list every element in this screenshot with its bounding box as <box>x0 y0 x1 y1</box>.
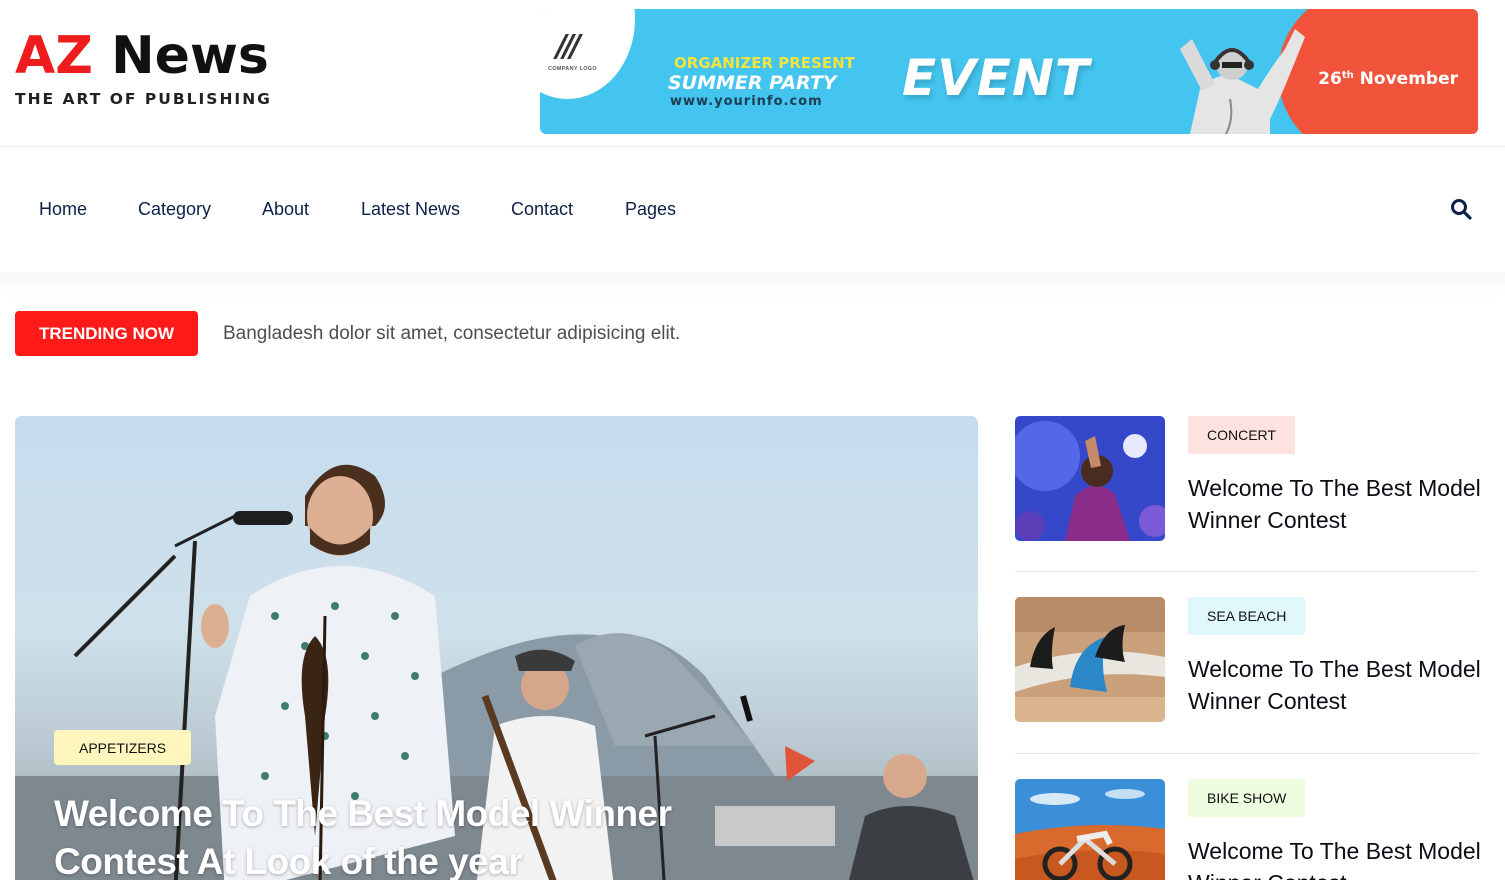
logo-tagline: THE ART OF PUBLISHING <box>15 90 272 108</box>
hero-title[interactable]: Welcome To The Best Model Winner Contest… <box>54 790 754 880</box>
banner-date: 26th November <box>1318 69 1458 89</box>
nav-contact[interactable]: Contact <box>511 199 573 220</box>
logo-wordmark: AZ News <box>15 28 272 84</box>
banner-url: www.yourinfo.com <box>670 94 823 109</box>
company-logo-icon: /// <box>556 29 581 64</box>
side-post-thumbnail[interactable] <box>1015 416 1165 541</box>
nav-pages[interactable]: Pages <box>625 199 676 220</box>
banner-organizer: ORGANIZER PRESENT <box>674 54 855 72</box>
main-navigation: Home Category About Latest News Contact … <box>0 148 1505 272</box>
hero-featured-post[interactable]: APPETIZERS Welcome To The Best Model Win… <box>15 416 978 880</box>
banner-date-suffix: th <box>1341 70 1354 81</box>
side-post-title[interactable]: Welcome To The Best Model Winner Contest <box>1188 653 1488 717</box>
concert-photo-image <box>1015 416 1165 541</box>
trending-headline[interactable]: Bangladesh dolor sit amet, consectetur a… <box>223 323 680 345</box>
banner-event: EVENT <box>902 49 1090 107</box>
side-post-category[interactable]: BIKE SHOW <box>1188 779 1306 817</box>
side-post-title[interactable]: Welcome To The Best Model Winner Contest <box>1188 835 1488 880</box>
dirt-bike-photo-image <box>1015 779 1165 880</box>
search-icon[interactable] <box>1450 198 1472 220</box>
side-post-thumbnail[interactable] <box>1015 779 1165 880</box>
side-post-category[interactable]: SEA BEACH <box>1188 597 1306 635</box>
side-post-divider <box>1015 571 1478 572</box>
logo-az: AZ <box>15 26 93 86</box>
trending-now-button[interactable]: TRENDING NOW <box>15 311 198 356</box>
nav-category[interactable]: Category <box>138 199 211 220</box>
side-post-divider <box>1015 753 1478 754</box>
site-header: AZ News THE ART OF PUBLISHING /// COMPAN… <box>0 0 1505 147</box>
site-logo[interactable]: AZ News THE ART OF PUBLISHING <box>15 28 272 108</box>
banner-party: SUMMER PARTY <box>668 72 837 94</box>
hero-category-tag[interactable]: APPETIZERS <box>54 730 192 765</box>
side-post-category[interactable]: CONCERT <box>1188 416 1295 454</box>
nav-home[interactable]: Home <box>39 199 87 220</box>
banner-date-month: November <box>1359 69 1458 89</box>
nav-about[interactable]: About <box>262 199 309 220</box>
event-banner-ad[interactable]: /// COMPANY LOGO ORGANIZER PRESENT SUMME… <box>540 9 1478 134</box>
side-post-1: CONCERT Welcome To The Best Model Winner… <box>1015 416 1481 541</box>
surfboard-photo-image <box>1015 597 1165 722</box>
side-post-3: BIKE SHOW Welcome To The Best Model Winn… <box>1015 779 1481 880</box>
dj-person-image <box>1180 29 1305 134</box>
banner-date-day: 26 <box>1318 69 1342 89</box>
side-post-2: SEA BEACH Welcome To The Best Model Winn… <box>1015 597 1481 722</box>
banner-logo-circle <box>540 9 635 99</box>
nav-shadow <box>0 272 1505 292</box>
company-logo-text: COMPANY LOGO <box>548 66 597 72</box>
side-post-title[interactable]: Welcome To The Best Model Winner Contest <box>1188 472 1488 536</box>
logo-news: News <box>111 26 269 86</box>
side-post-thumbnail[interactable] <box>1015 597 1165 722</box>
nav-latest-news[interactable]: Latest News <box>361 199 460 220</box>
